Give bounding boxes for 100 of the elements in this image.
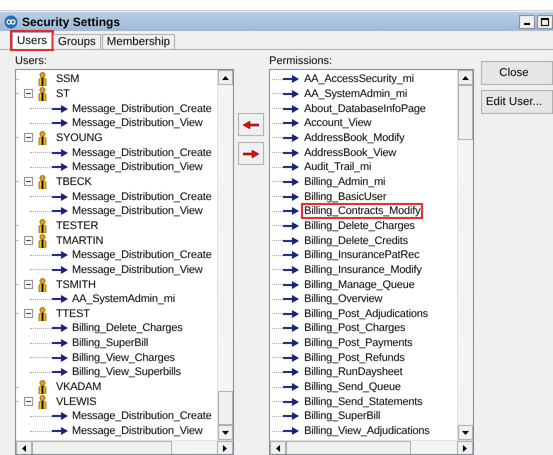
tree-item[interactable]: Billing_Post_Payments <box>270 336 457 350</box>
tree-item[interactable]: AA_SystemAdmin_mi <box>16 292 217 306</box>
tree-item[interactable]: Billing_View_Superbills <box>16 365 217 380</box>
scroll-left-button[interactable] <box>16 441 32 454</box>
tree-item[interactable]: Message_Distribution_Create <box>16 248 217 263</box>
tree-item[interactable]: Message_Distribution_Create <box>16 145 217 160</box>
user-icon <box>38 130 47 145</box>
scrollbar-thumb[interactable] <box>458 85 473 140</box>
tree-item[interactable]: Message_Distribution_View <box>16 262 217 278</box>
tree-item[interactable]: Billing_Insurance_Modify <box>270 262 457 278</box>
tree-item[interactable]: Billing_Overview <box>270 292 457 306</box>
dialog-button[interactable]: Close <box>481 61 553 85</box>
tree-item[interactable]: Billing_RunDaysheet <box>270 365 457 380</box>
add-button[interactable] <box>238 142 264 165</box>
arrow-icon <box>52 339 68 348</box>
tree-item[interactable]: VLEWIS <box>16 394 217 410</box>
tree-item[interactable]: AA_AccessSecurity_mi <box>270 72 457 87</box>
tree-item[interactable]: Message_Distribution_Create <box>16 409 217 424</box>
tree-item[interactable]: Billing_Delete_Charges <box>16 321 217 336</box>
scrollbar-thumb[interactable] <box>286 441 412 454</box>
scroll-up-button[interactable] <box>218 70 233 85</box>
tree-item[interactable]: Account_View <box>270 116 457 131</box>
arrow-icon <box>52 104 68 113</box>
arrow-icon <box>52 427 68 436</box>
tree-item[interactable]: Billing_View_Adjudications <box>270 424 457 438</box>
collapse-icon[interactable] <box>24 236 33 246</box>
down-caret-icon <box>462 430 469 434</box>
tree-item[interactable]: Message_Distribution_View <box>16 424 217 438</box>
tree-item[interactable]: Billing_Send_Queue <box>270 380 457 394</box>
tree-item[interactable]: About_DatabaseInfoPage <box>270 101 457 116</box>
scroll-left-button[interactable] <box>270 441 286 454</box>
arrow-icon <box>283 280 300 289</box>
tree-item[interactable]: SYOUNG <box>16 130 217 146</box>
tree-item[interactable]: Billing_Admin_mi <box>270 174 457 190</box>
scrollbar-thumb[interactable] <box>218 391 233 425</box>
tree-item[interactable]: AA_SystemAdmin_mi <box>270 86 457 102</box>
tree-item[interactable]: Billing_SuperBill <box>270 409 457 424</box>
scrollbar-thumb[interactable] <box>32 441 172 454</box>
arrow-icon <box>52 368 68 376</box>
arrow-icon <box>283 192 300 201</box>
tree-item[interactable]: TSMITH <box>16 277 217 292</box>
minimize-button[interactable] <box>519 14 535 28</box>
tree-item[interactable]: TBECK <box>16 174 217 190</box>
scroll-down-button[interactable] <box>458 425 473 440</box>
scroll-up-button[interactable] <box>458 70 473 85</box>
tree-item[interactable]: Billing_BasicUser <box>270 189 457 204</box>
tree-item[interactable]: ST <box>16 86 217 102</box>
tree-item[interactable]: TMARTIN <box>16 233 217 248</box>
tree-item[interactable]: Message_Distribution_Create <box>16 189 217 204</box>
arrow-icon <box>52 148 68 157</box>
tree-item[interactable]: Billing_Post_Refunds <box>270 350 457 366</box>
right-caret-icon <box>463 444 467 452</box>
left-arrow-icon <box>243 120 260 128</box>
tree-item[interactable]: Billing_SuperBill <box>16 336 217 350</box>
tree-item[interactable]: Billing_Send_Statements <box>270 394 457 410</box>
dialog-button[interactable]: Edit User... <box>481 90 553 114</box>
scroll-down-button[interactable] <box>218 425 233 440</box>
user-icon <box>38 278 47 292</box>
arrow-icon <box>52 207 68 216</box>
arrow-icon <box>283 104 300 113</box>
collapse-icon[interactable] <box>24 177 33 186</box>
scroll-right-button[interactable] <box>457 441 473 454</box>
tree-item[interactable]: Message_Distribution_View <box>16 204 217 219</box>
tree-item[interactable]: Audit_Trail_mi <box>270 160 457 175</box>
maximize-button[interactable] <box>537 14 553 28</box>
tree-item[interactable]: VKADAM <box>16 380 217 394</box>
tree-item[interactable]: Message_Distribution_Create <box>16 101 217 116</box>
tree-item[interactable]: TESTER <box>16 218 217 234</box>
tree-item[interactable]: Billing_Delete_Credits <box>270 233 457 248</box>
arrow-icon <box>283 236 300 245</box>
collapse-icon[interactable] <box>24 133 33 142</box>
tab[interactable]: Users <box>12 32 52 49</box>
arrow-icon <box>283 427 300 436</box>
tree-item[interactable]: Billing_Delete_Charges <box>270 218 457 234</box>
collapse-icon[interactable] <box>24 280 33 290</box>
arrow-icon <box>283 222 300 230</box>
tree-item[interactable]: Message_Distribution_View <box>16 160 217 175</box>
tab[interactable]: Membership <box>102 34 176 49</box>
scroll-right-button[interactable] <box>216 441 233 454</box>
arrow-icon <box>283 383 300 392</box>
tree-item[interactable]: Billing_Post_Charges <box>270 321 457 336</box>
minimize-icon <box>524 23 530 25</box>
tree-item[interactable]: Billing_View_Charges <box>16 350 217 366</box>
tree-item[interactable]: Billing_Post_Adjudications <box>270 306 457 322</box>
collapse-icon[interactable] <box>24 397 33 406</box>
tree-item[interactable]: AddressBook_Modify <box>270 130 457 146</box>
collapse-icon[interactable] <box>24 309 33 318</box>
tree-item[interactable]: AddressBook_View <box>270 145 457 160</box>
tree-item[interactable]: Billing_Contracts_Modify <box>270 204 457 219</box>
tree-item[interactable]: Message_Distribution_View <box>16 116 217 131</box>
remove-button[interactable] <box>238 113 264 136</box>
tab[interactable]: Groups <box>53 34 101 49</box>
tree-item[interactable]: SSM <box>16 72 217 87</box>
arrow-icon <box>283 324 300 332</box>
arrow-icon <box>283 368 300 376</box>
tree-item[interactable]: Billing_Manage_Queue <box>270 277 457 292</box>
tree-item[interactable]: TTEST <box>16 306 217 322</box>
collapse-icon[interactable] <box>24 89 33 98</box>
tree-item[interactable]: Billing_InsurancePatRec <box>270 248 457 263</box>
arrow-icon <box>52 295 68 304</box>
